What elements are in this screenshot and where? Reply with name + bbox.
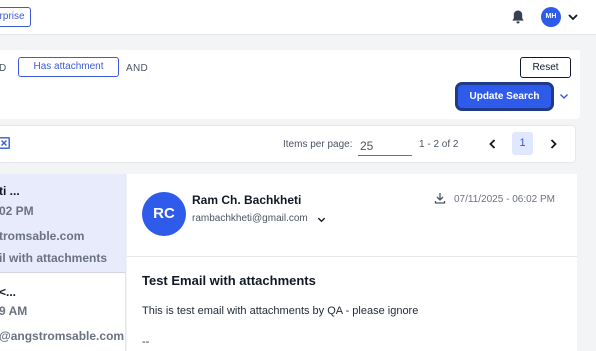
chevron-left-icon[interactable] (487, 138, 499, 150)
list-item-email: @angstromsable.com (0, 329, 125, 343)
list-item-sender: ti ... (0, 184, 20, 198)
items-per-page-select[interactable]: 25 (358, 135, 412, 156)
chevron-down-icon[interactable] (567, 11, 579, 23)
list-item-email: tromsable.com (0, 229, 85, 243)
page-button-current[interactable]: 1 (512, 132, 533, 155)
email-subject: Test Email with attachments (142, 273, 316, 288)
list-item[interactable]: ti ... 02 PM tromsable.com il with attac… (0, 174, 125, 273)
operator-label: AND (126, 63, 149, 74)
email-detail: RC Ram Ch. Bachkheti rambachkheti@gmail.… (127, 174, 577, 351)
bell-icon[interactable] (510, 9, 526, 25)
chevron-down-icon[interactable] (559, 91, 569, 101)
email-signature: -- (142, 336, 150, 348)
list-item-sender: <... (0, 285, 17, 299)
top-bar: erprise MH (0, 0, 596, 35)
email-list: ti ... 02 PM tromsable.com il with attac… (0, 174, 126, 351)
reset-button[interactable]: Reset (520, 57, 571, 78)
has-attachment-chip[interactable]: Has attachment (18, 57, 119, 77)
items-per-page-label: Items per page: (283, 139, 353, 150)
sender-avatar: RC (142, 192, 186, 236)
update-search-button[interactable]: Update Search (455, 82, 554, 111)
email-header: RC Ram Ch. Bachkheti rambachkheti@gmail.… (127, 174, 577, 257)
plan-badge: erprise (0, 7, 31, 27)
operator-label: D (0, 63, 7, 74)
user-avatar[interactable]: MH (541, 7, 561, 27)
list-item-time: 02 PM (0, 204, 34, 218)
download-icon[interactable] (434, 192, 446, 204)
chevron-right-icon[interactable] (547, 138, 559, 150)
sender-name: Ram Ch. Bachkheti (192, 193, 302, 207)
sender-email: rambachkheti@gmail.com (192, 213, 308, 224)
close-icon[interactable] (0, 137, 10, 149)
email-date: 07/11/2025 - 06:02 PM (454, 194, 555, 205)
list-item-time: 9 AM (0, 304, 28, 318)
list-item[interactable]: <... 9 AM @angstromsable.com (0, 274, 125, 351)
email-body: This is test email with attachments by Q… (142, 305, 419, 317)
page-range: 1 - 2 of 2 (419, 139, 459, 150)
list-item-subject: il with attachments (0, 251, 108, 265)
chevron-down-icon[interactable] (317, 215, 326, 224)
